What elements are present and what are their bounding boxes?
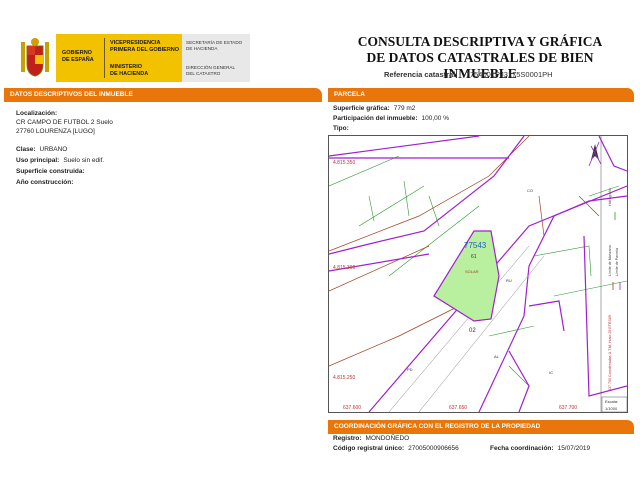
gobierno-text: GOBIERNO DE ESPAÑA xyxy=(62,50,94,63)
superficie-field: Superficie construida: xyxy=(16,168,85,175)
localizacion-label: Localización: xyxy=(16,110,58,117)
map-code-label: 02 xyxy=(469,328,476,334)
localizacion-line2: 27760 LOURENZA [LUGO] xyxy=(16,128,95,135)
coord-y-label: 4.815.250 xyxy=(333,375,355,381)
scale-label: Escala: xyxy=(605,399,618,404)
vicepresidencia-text: VICEPRESIDENCIA PRIMERA DEL GOBIERNO xyxy=(110,40,180,53)
cadastral-map[interactable]: 77543 61 SOLAR 02 CO PD RU AL IC 4.815.3… xyxy=(328,135,628,413)
scale-value: 1/1000 xyxy=(605,406,618,411)
superficie-grafica: Superficie gráfica: 779 m2 xyxy=(333,105,416,112)
map-code-label: CO xyxy=(527,188,533,193)
logo-divider xyxy=(104,38,105,78)
registro-field: Registro: MONDOÑEDO xyxy=(333,435,410,442)
direccion-text: DIRECCIÓN GENERAL DEL CATASTRO xyxy=(186,65,236,76)
divider xyxy=(328,433,634,434)
parcel-id-label: 77543 xyxy=(464,241,487,250)
participacion: Participación del inmueble: 100,00 % xyxy=(333,115,449,122)
map-code-label: RU xyxy=(506,278,512,283)
north-arrow-icon xyxy=(588,141,602,167)
parcel-sub-label: 61 xyxy=(471,254,477,260)
section-header-inmueble: DATOS DESCRIPTIVOS DEL INMUEBLE xyxy=(4,88,322,101)
section-header-registro: COORDINACIÓN GRÁFICA CON EL REGISTRO DE … xyxy=(328,420,634,433)
map-legend: Hidrografía Límite de Manzana Límite de … xyxy=(608,188,619,391)
government-logo: GOBIERNO DE ESPAÑA xyxy=(14,34,56,82)
coat-of-arms-icon xyxy=(14,34,56,82)
svg-text:Hidrografía: Hidrografía xyxy=(608,188,612,206)
localizacion-line1: CR CAMPO DE FUTBOL 2 Suelo xyxy=(16,119,113,126)
map-code-label: IC xyxy=(549,370,553,375)
section-header-parcela: PARCELA xyxy=(328,88,634,101)
coord-x-label: 637.600 xyxy=(343,405,361,411)
ano-field: Año construcción: xyxy=(16,179,74,186)
svg-text:637.700 Coordenadas U.T.M. Hus: 637.700 Coordenadas U.T.M. Huso 29 ETRS8… xyxy=(608,315,612,391)
clase-field: Clase: URBANO xyxy=(16,146,68,153)
ministerio-text: MINISTERIO DE HACIENDA xyxy=(110,64,149,77)
divider xyxy=(328,101,634,102)
codigo-field: Código registral único: 27005000906656 xyxy=(333,445,459,452)
uso-field: Uso principal: Suelo sin edif. xyxy=(16,157,105,164)
svg-text:Límite de Parcela: Límite de Parcela xyxy=(615,248,619,276)
referencia-catastral: Referencia catastral: 7754001PJ3175S0001P… xyxy=(384,70,553,79)
map-code-label: AL xyxy=(494,354,500,359)
coord-x-label: 637.650 xyxy=(449,405,467,411)
map-code-label: PD xyxy=(407,367,413,372)
divider xyxy=(4,101,322,102)
coord-y-label: 4.815.350 xyxy=(333,160,355,166)
secretaria-text: SECRETARÍA DE ESTADO DE HACIENDA xyxy=(186,40,243,51)
fecha-field: Fecha coordinación: 15/07/2019 xyxy=(490,445,591,452)
coord-y-label: 4.815.300 xyxy=(333,265,355,271)
svg-text:Límite de Manzana: Límite de Manzana xyxy=(608,245,612,276)
tipo-field: Tipo: xyxy=(333,125,349,132)
coord-x-label: 637.700 xyxy=(559,405,577,411)
solar-label: SOLAR xyxy=(465,269,479,274)
